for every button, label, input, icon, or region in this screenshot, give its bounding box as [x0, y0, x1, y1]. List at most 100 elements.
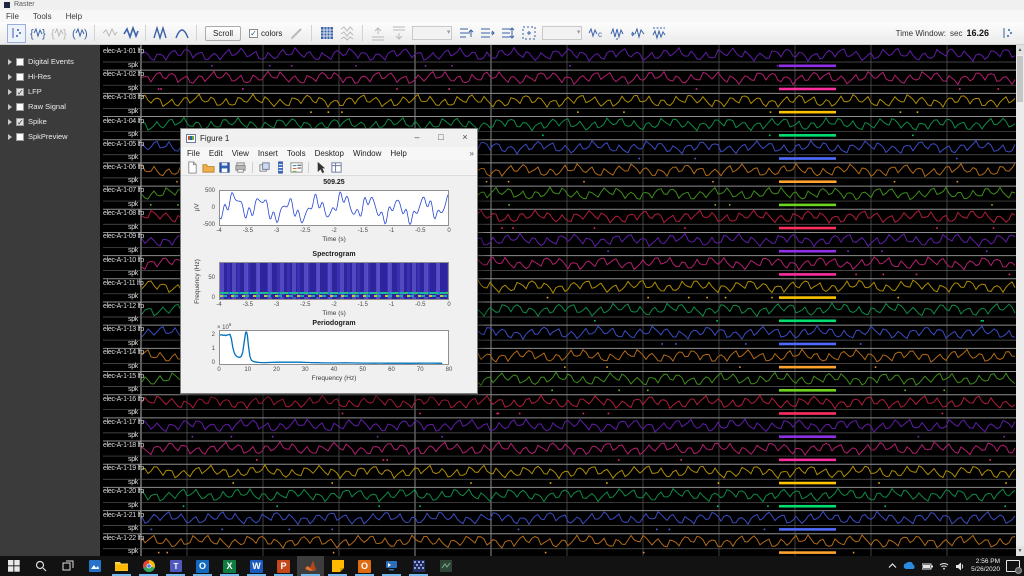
tree-expand-arrow-icon[interactable]: [8, 59, 12, 65]
file-explorer-icon[interactable]: [108, 556, 135, 576]
scroll-up-arrow[interactable]: ▲: [1016, 45, 1024, 55]
open-folder-icon[interactable]: [202, 161, 215, 174]
close-button[interactable]: ×: [453, 129, 477, 147]
sort-up-icon[interactable]: [456, 24, 475, 43]
hump-icon[interactable]: [172, 24, 191, 43]
figure-menu-edit[interactable]: Edit: [209, 149, 223, 158]
sidebar-item-digital-events[interactable]: Digital Events: [8, 55, 74, 68]
scrollbar-thumb[interactable]: [1017, 56, 1023, 102]
wave-parens-icon[interactable]: (): [70, 24, 89, 43]
capture-app-icon[interactable]: [432, 556, 459, 576]
battery-icon[interactable]: [922, 563, 933, 570]
tree-expand-arrow-icon[interactable]: [8, 89, 12, 95]
inspector-icon[interactable]: [330, 161, 343, 174]
wave-bold-icon[interactable]: [121, 24, 140, 43]
pencil-icon[interactable]: [287, 24, 306, 43]
onedrive-icon[interactable]: [903, 562, 916, 570]
figure-menu-insert[interactable]: Insert: [258, 149, 278, 158]
volume-icon[interactable]: [955, 562, 965, 571]
figure-menu-view[interactable]: View: [232, 149, 249, 158]
figure-menu-window[interactable]: Window: [353, 149, 381, 158]
sidebar-item-spike[interactable]: ✓Spike: [8, 115, 47, 128]
scroll-down-arrow[interactable]: ▼: [1016, 546, 1024, 556]
filter-combo[interactable]: [542, 26, 582, 40]
taskbar-clock[interactable]: 2:56 PM5/26/2020: [971, 558, 1000, 574]
tree-expand-arrow-icon[interactable]: [8, 104, 12, 110]
tree-expand-arrow-icon[interactable]: [8, 134, 12, 140]
wifi-icon[interactable]: [939, 562, 949, 570]
wave-shift-icon[interactable]: [628, 24, 647, 43]
menu-tools[interactable]: Tools: [33, 12, 52, 21]
sticky-notes-icon[interactable]: [324, 556, 351, 576]
sidebar-item-raw-signal[interactable]: Raw Signal: [8, 100, 66, 113]
tree-checkbox[interactable]: [16, 103, 24, 111]
peaks-icon[interactable]: [151, 24, 170, 43]
tree-checkbox[interactable]: [16, 58, 24, 66]
action-center-icon[interactable]: [1006, 560, 1020, 572]
menu-overflow-chevron-icon[interactable]: »: [470, 149, 474, 158]
panel-toggle-icon[interactable]: [998, 24, 1017, 43]
teams-icon[interactable]: T: [162, 556, 189, 576]
remote-desktop-icon[interactable]: [378, 556, 405, 576]
wave-mean-icon[interactable]: [649, 24, 668, 43]
new-file-icon[interactable]: [186, 161, 199, 174]
figure-titlebar[interactable]: Figure 1 – □ ×: [181, 129, 477, 147]
chevron-up-icon[interactable]: [888, 562, 897, 570]
vertical-scrollbar[interactable]: ▲ ▼: [1016, 45, 1024, 556]
save-icon[interactable]: [218, 161, 231, 174]
legend-icon[interactable]: [290, 161, 303, 174]
sidebar-item-lfp[interactable]: ✓LFP: [8, 85, 42, 98]
wave-split-icon[interactable]: [607, 24, 626, 43]
duplicate-icon[interactable]: [258, 161, 271, 174]
maximize-button[interactable]: □: [429, 129, 453, 147]
wave-braces-disabled-icon[interactable]: {}: [49, 24, 68, 43]
raster-view-icon[interactable]: [7, 24, 26, 43]
sidebar-item-hi-res[interactable]: Hi-Res: [8, 70, 51, 83]
colorbar-icon[interactable]: [274, 161, 287, 174]
colors-checkbox-box[interactable]: ✓: [249, 29, 258, 38]
start-button[interactable]: [0, 556, 27, 576]
pointer-icon[interactable]: [314, 161, 327, 174]
powerpoint-icon[interactable]: P: [270, 556, 297, 576]
wave-rows-icon[interactable]: [338, 24, 357, 43]
chrome-icon[interactable]: [135, 556, 162, 576]
align-up-icon[interactable]: [368, 24, 387, 43]
sort-right-icon[interactable]: [477, 24, 496, 43]
align-down-icon[interactable]: [389, 24, 408, 43]
search-icon[interactable]: [27, 556, 54, 576]
tree-expand-arrow-icon[interactable]: [8, 119, 12, 125]
matlab-icon[interactable]: [297, 556, 324, 576]
figure-menu-help[interactable]: Help: [390, 149, 406, 158]
tree-checkbox[interactable]: ✓: [16, 88, 24, 96]
app-letter-glyph: O: [196, 560, 209, 573]
figure-window[interactable]: Figure 1 – □ × File Edit View Insert Tools De…: [180, 128, 478, 394]
wave-small-icon[interactable]: [100, 24, 119, 43]
sort-updown-icon[interactable]: [498, 24, 517, 43]
print-icon[interactable]: [234, 161, 247, 174]
selection-box-icon[interactable]: [519, 24, 538, 43]
word-icon[interactable]: W: [243, 556, 270, 576]
pattern-app-icon[interactable]: [405, 556, 432, 576]
wave-braces-icon[interactable]: {}: [28, 24, 47, 43]
origin-icon[interactable]: O: [351, 556, 378, 576]
wave-edit-icon[interactable]: c: [586, 24, 605, 43]
scroll-button[interactable]: Scroll: [205, 26, 241, 41]
menu-help[interactable]: Help: [66, 12, 82, 21]
tree-checkbox[interactable]: [16, 133, 24, 141]
figure-menu-desktop[interactable]: Desktop: [315, 149, 344, 158]
excel-icon[interactable]: X: [216, 556, 243, 576]
colors-checkbox[interactable]: ✓colors: [249, 29, 282, 38]
outlook-icon[interactable]: O: [189, 556, 216, 576]
task-view-icon[interactable]: [54, 556, 81, 576]
figure-menu-tools[interactable]: Tools: [287, 149, 306, 158]
tree-expand-arrow-icon[interactable]: [8, 74, 12, 80]
pattern-grid-icon[interactable]: [317, 24, 336, 43]
figure-menu-file[interactable]: File: [187, 149, 200, 158]
photos-icon[interactable]: [81, 556, 108, 576]
tree-checkbox[interactable]: ✓: [16, 118, 24, 126]
tree-checkbox[interactable]: [16, 73, 24, 81]
group-combo[interactable]: [412, 26, 452, 40]
menu-file[interactable]: File: [6, 12, 19, 21]
sidebar-item-spkpreview[interactable]: SpkPreview: [8, 130, 68, 143]
minimize-button[interactable]: –: [405, 129, 429, 147]
